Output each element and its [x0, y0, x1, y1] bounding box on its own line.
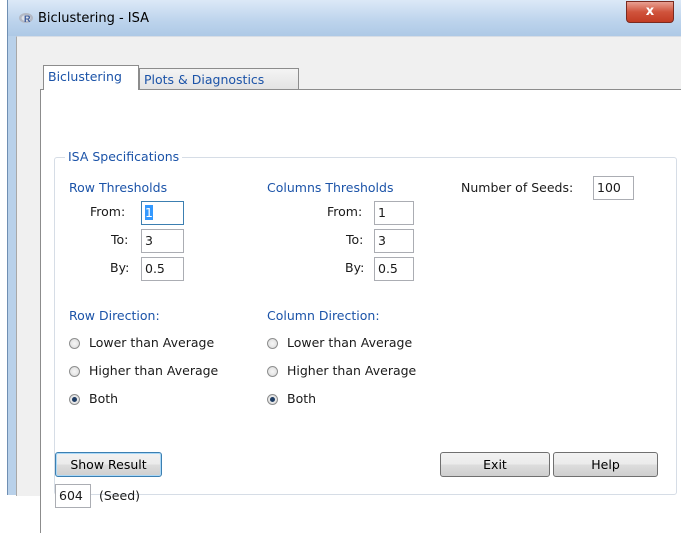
row-direction-both-label[interactable]: Both: [89, 391, 118, 406]
column-to-label: To:: [346, 232, 364, 247]
tab-plots-diagnostics[interactable]: Plots & Diagnostics: [139, 68, 299, 91]
column-direction-both-label[interactable]: Both: [287, 391, 316, 406]
exit-button[interactable]: Exit: [440, 452, 550, 477]
number-of-seeds-input[interactable]: 100: [593, 176, 634, 200]
svg-text:R: R: [24, 14, 31, 24]
row-direction-higher-label[interactable]: Higher than Average: [89, 363, 218, 378]
row-to-input[interactable]: 3: [141, 229, 184, 253]
row-direction-lower-radio[interactable]: [69, 338, 80, 349]
column-direction-higher-radio[interactable]: [267, 366, 278, 377]
help-button[interactable]: Help: [553, 452, 658, 477]
column-direction-title: Column Direction:: [267, 308, 380, 323]
column-direction-lower-radio[interactable]: [267, 338, 278, 349]
window-title: Biclustering - ISA: [38, 11, 150, 26]
row-direction-lower-label[interactable]: Lower than Average: [89, 335, 214, 350]
close-icon: x: [645, 4, 655, 19]
column-to-input[interactable]: 3: [374, 229, 414, 253]
isa-specifications-group: ISA Specifications Row Thresholds From: …: [54, 149, 677, 495]
row-direction-title: Row Direction:: [69, 308, 160, 323]
column-by-label: By:: [345, 260, 365, 275]
number-of-seeds-label: Number of Seeds:: [461, 180, 574, 195]
column-thresholds-title: Columns Thresholds: [267, 180, 394, 195]
column-from-label: From:: [327, 204, 363, 219]
row-to-label: To:: [111, 232, 129, 247]
row-direction-higher-radio[interactable]: [69, 366, 80, 377]
row-by-input[interactable]: 0.5: [141, 257, 184, 281]
tab-pane-biclustering: ISA Specifications Row Thresholds From: …: [40, 89, 681, 533]
close-button[interactable]: x: [626, 1, 674, 23]
group-title: ISA Specifications: [65, 149, 183, 164]
column-direction-lower-label[interactable]: Lower than Average: [287, 335, 412, 350]
column-direction-both-radio[interactable]: [267, 394, 278, 405]
column-by-input[interactable]: 0.5: [374, 257, 414, 281]
column-direction-higher-label[interactable]: Higher than Average: [287, 363, 416, 378]
window-client-area: Biclustering Plots & Diagnostics ISA Spe…: [16, 36, 681, 533]
row-from-input[interactable]: 1: [141, 201, 184, 225]
row-by-label: By:: [110, 260, 130, 275]
row-direction-both-radio[interactable]: [69, 394, 80, 405]
seed-result-label: (Seed): [99, 488, 141, 503]
app-window: R Biclustering - ISA x Biclustering Plot…: [7, 0, 681, 533]
tab-biclustering[interactable]: Biclustering: [43, 65, 139, 90]
row-thresholds-title: Row Thresholds: [69, 180, 168, 195]
row-from-label: From:: [90, 204, 126, 219]
column-from-input[interactable]: 1: [374, 201, 414, 225]
row-from-value: 1: [145, 205, 153, 220]
seed-result-field[interactable]: 604: [55, 484, 91, 508]
title-bar[interactable]: R Biclustering - ISA x: [8, 0, 681, 36]
show-result-button[interactable]: Show Result: [55, 452, 162, 477]
r-logo-icon: R: [19, 13, 33, 24]
